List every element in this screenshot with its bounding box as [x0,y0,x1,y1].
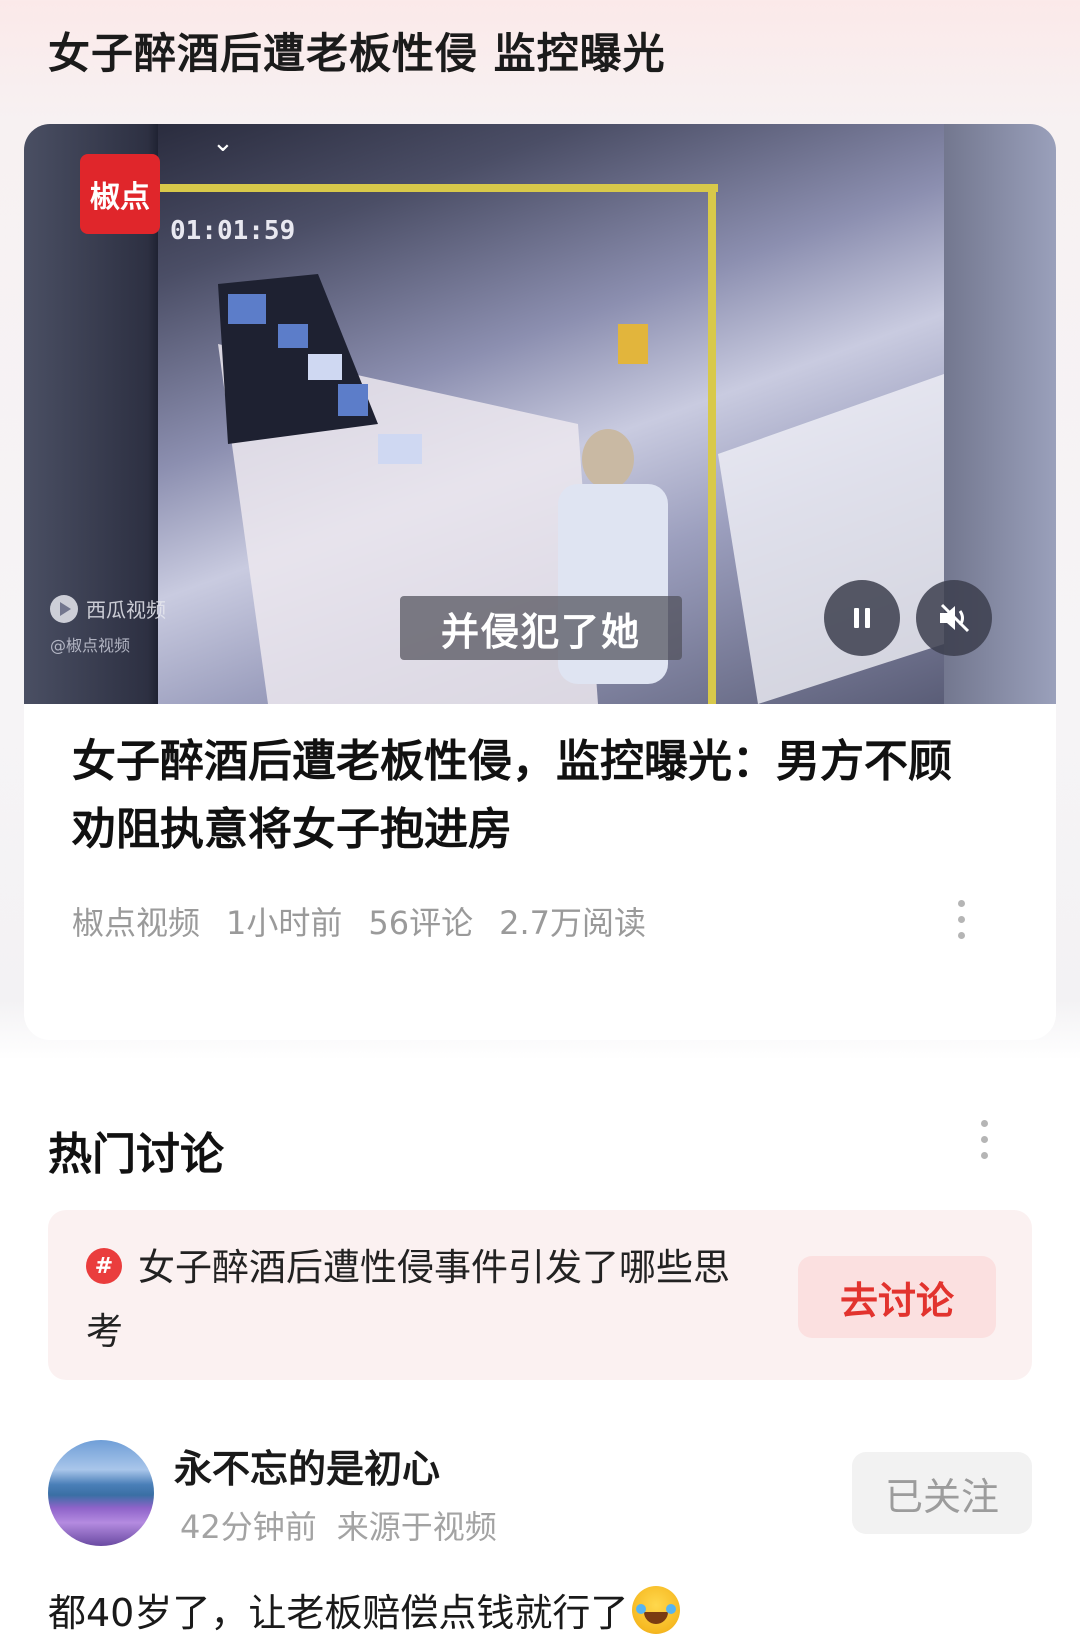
channel-logo: 椒点 [80,154,160,234]
video-player[interactable]: ⌄ 椒点 01:01:59 并侵犯了她 西瓜视频 @椒点视频 [24,124,1056,704]
post-source: 来源于视频 [336,1508,497,1546]
article-card[interactable]: ⌄ 椒点 01:01:59 并侵犯了她 西瓜视频 @椒点视频 女子醉酒后遭老板性… [24,124,1056,1040]
article-reads: 2.7万阅读 [499,904,647,942]
section-title: 热门讨论 [48,1129,224,1180]
post-time: 42分钟前 [180,1508,317,1546]
xigua-logo-icon [50,594,78,623]
follow-button[interactable]: 已关注 [852,1452,1032,1534]
watermark-text: 西瓜视频 [86,598,166,622]
comment-body[interactable]: 都40岁了，让老板赔偿点钱就行了 [48,1582,681,1636]
go-discuss-button[interactable]: 去讨论 [798,1256,996,1338]
hot-discussion-section: 热门讨论 # 女子醉酒后遭性侵事件引发了哪些思考 去讨论 永不忘的是初心 42分… [0,1066,1080,1636]
mute-icon [940,603,970,633]
article-source[interactable]: 椒点视频 [72,898,200,944]
avatar[interactable] [48,1440,154,1546]
post-meta: 42分钟前 来源于视频 [180,1502,497,1548]
article-meta: 椒点视频 1小时前 56评论 2.7万阅读 [72,898,646,944]
more-options-icon[interactable] [956,900,966,939]
watermark-handle: @椒点视频 [50,636,131,655]
article-title[interactable]: 女子醉酒后遭老板性侵，监控曝光：男方不顾劝阻执意将女子抱进房 [72,728,972,864]
mute-button[interactable] [916,580,992,656]
laughing-crying-emoji-icon [632,1585,681,1634]
video-subtitle: 并侵犯了她 [400,596,682,660]
watermark: 西瓜视频 [50,594,166,623]
cctv-timestamp: 01:01:59 [170,216,296,246]
username[interactable]: 永不忘的是初心 [174,1438,440,1493]
topic-text[interactable]: 女子醉酒后遭性侵事件引发了哪些思考 [86,1236,766,1364]
chevron-down-icon[interactable]: ⌄ [212,128,234,158]
section-more-icon[interactable] [979,1120,989,1159]
comment-text: 都40岁了，让老板赔偿点钱就行了 [48,1591,629,1635]
page-title: 女子醉酒后遭老板性侵 监控曝光 [48,29,666,78]
article-comments: 56评论 [368,904,474,942]
pause-icon [854,608,870,628]
article-time: 1小时前 [226,904,343,942]
pause-button[interactable] [824,580,900,656]
discussion-topic[interactable]: # 女子醉酒后遭性侵事件引发了哪些思考 去讨论 [48,1210,1032,1380]
